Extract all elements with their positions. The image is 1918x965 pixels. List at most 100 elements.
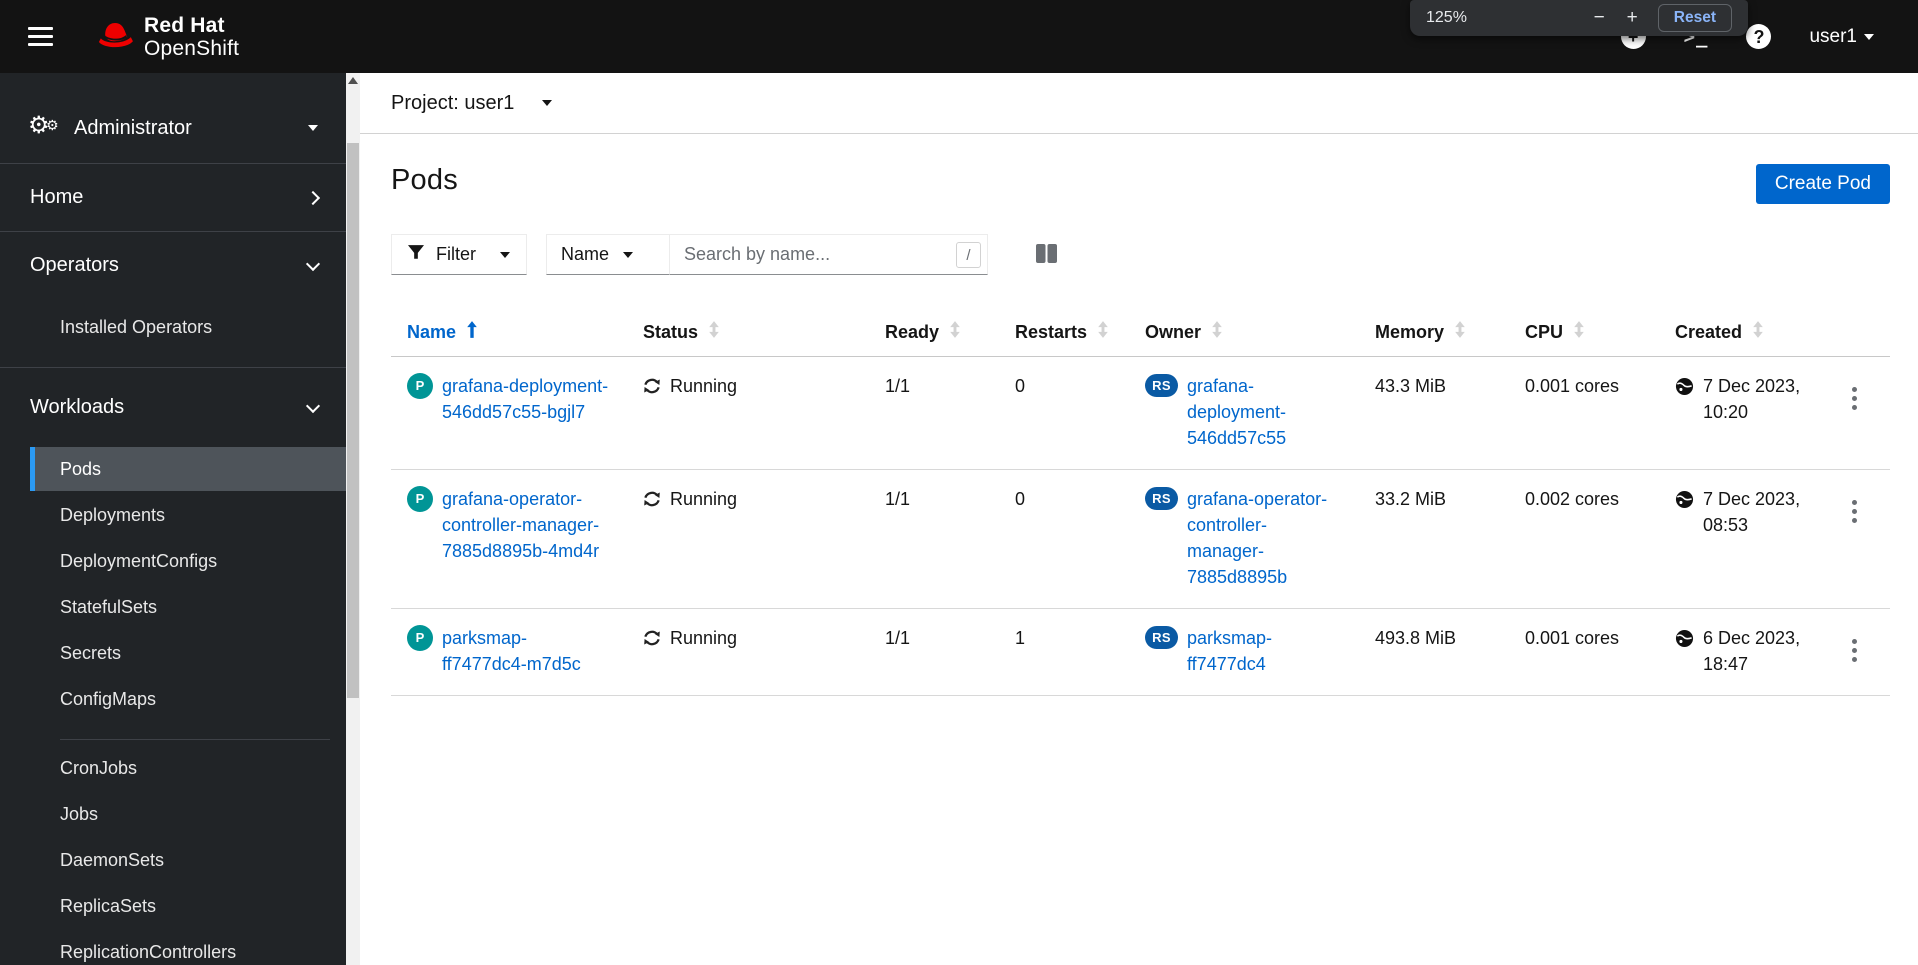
status-cell: Running	[627, 609, 869, 695]
app-shell: ⚙ ⚙ Administrator Home Operators Installe…	[0, 73, 1918, 965]
replicaset-resource-icon: RS	[1145, 487, 1178, 510]
kebab-menu-button[interactable]	[1842, 492, 1867, 531]
sidebar-item-jobs[interactable]: Jobs	[30, 792, 346, 836]
sidebar-item-deployments[interactable]: Deployments	[30, 493, 346, 537]
owner-link[interactable]: grafana-operator-controller-manager-7885…	[1187, 486, 1343, 590]
brand-line2: OpenShift	[144, 36, 240, 60]
manage-columns-button[interactable]	[1035, 243, 1058, 267]
column-header-ready[interactable]: Ready	[869, 311, 999, 356]
sidebar-item-label[interactable]: CronJobs	[30, 746, 346, 790]
redhat-openshift-logo[interactable]: Red Hat OpenShift	[92, 14, 239, 60]
filter-dropdown[interactable]: Filter	[391, 234, 527, 275]
zoom-in-button[interactable]: +	[1621, 7, 1644, 29]
sidebar-item-secrets[interactable]: Secrets	[30, 631, 346, 675]
pod-link[interactable]: grafana-operator-controller-manager-7885…	[442, 486, 611, 564]
zoom-level-label: 125%	[1426, 9, 1467, 26]
help-button[interactable]: ?	[1746, 24, 1772, 49]
sidebar-item-label[interactable]: Secrets	[30, 631, 346, 675]
search-input[interactable]	[670, 234, 988, 275]
globe-timestamp-icon	[1675, 486, 1694, 516]
sidebar-scrollbar	[346, 73, 360, 965]
ready-cell: 1/1	[885, 376, 911, 396]
chevron-down-icon	[305, 398, 321, 413]
memory-cell: 43.3 MiB	[1375, 376, 1447, 396]
cogs-icon: ⚙ ⚙	[28, 112, 59, 139]
column-header-memory[interactable]: Memory	[1359, 311, 1509, 356]
column-header-cpu[interactable]: CPU	[1509, 311, 1659, 356]
sidebar-item-label[interactable]: DeploymentConfigs	[30, 539, 346, 583]
column-header-created[interactable]: Created	[1659, 311, 1819, 356]
status-cell: Running	[627, 470, 869, 608]
actions-cell	[1819, 470, 1890, 608]
sidebar-item-label[interactable]: Jobs	[30, 792, 346, 836]
sidebar-item-daemonsets[interactable]: DaemonSets	[30, 838, 346, 882]
sidebar-item-deploymentconfigs[interactable]: DeploymentConfigs	[30, 539, 346, 583]
status-text: Running	[670, 628, 738, 648]
sort-both-icon	[949, 321, 961, 343]
name-cell: P parksmap-ff7477dc4-m7d5c	[391, 609, 627, 695]
workloads-subnav: Pods Deployments DeploymentConfigs State…	[0, 441, 346, 739]
zoom-out-button[interactable]: −	[1588, 7, 1611, 29]
created-cell: 7 Dec 2023, 10:20	[1659, 357, 1819, 469]
status-text: Running	[670, 376, 738, 396]
column-header-status[interactable]: Status	[627, 311, 869, 356]
column-header-owner[interactable]: Owner	[1129, 311, 1359, 356]
column-header-name[interactable]: Name	[391, 311, 627, 356]
project-selector[interactable]: Project: user1	[391, 92, 553, 115]
actions-cell	[1819, 609, 1890, 695]
table-row: P parksmap-ff7477dc4-m7d5c Running 1/1 1…	[391, 609, 1890, 696]
page-header: Pods Create Pod	[391, 164, 1890, 204]
redhat-fedora-icon	[92, 17, 138, 56]
username: user1	[1809, 25, 1857, 47]
sidebar-item-replicasets[interactable]: ReplicaSets	[30, 884, 346, 928]
create-pod-button[interactable]: Create Pod	[1755, 164, 1890, 204]
scrollbar-thumb[interactable]	[347, 143, 359, 698]
zoom-reset-button[interactable]: Reset	[1657, 4, 1732, 32]
chevron-down-icon	[500, 251, 510, 258]
sidebar-item-replicationcontrollers[interactable]: ReplicationControllers	[30, 930, 346, 965]
sidebar-item-label[interactable]: ReplicaSets	[30, 884, 346, 928]
workloads-subnav-2: CronJobs Jobs DaemonSets ReplicaSets Rep…	[0, 740, 346, 965]
memory-cell: 33.2 MiB	[1375, 489, 1447, 509]
scrollbar-up-arrow[interactable]	[348, 77, 358, 84]
cpu-cell: 0.001 cores	[1525, 376, 1620, 396]
search-attribute-dropdown[interactable]: Name	[546, 234, 670, 275]
pods-page: Pods Create Pod Filter Name /	[360, 134, 1918, 696]
table-header-row: Name Status Ready Restarts Owner Memory …	[391, 311, 1890, 357]
column-header-restarts[interactable]: Restarts	[999, 311, 1129, 356]
hamburger-bar	[28, 27, 53, 30]
sidebar-item-label[interactable]: ConfigMaps	[30, 677, 346, 721]
created-cell: 6 Dec 2023, 18:47	[1659, 609, 1819, 695]
sidebar-item-label[interactable]: Installed Operators	[30, 305, 346, 349]
pod-link[interactable]: grafana-deployment-546dd57c55-bgjl7	[442, 373, 611, 425]
sidebar-item-label[interactable]: Pods	[30, 447, 346, 491]
replicaset-resource-icon: RS	[1145, 374, 1178, 397]
user-menu-toggle[interactable]: user1	[1809, 26, 1874, 48]
sidebar-item-label[interactable]: ReplicationControllers	[30, 930, 346, 965]
kebab-menu-button[interactable]	[1842, 631, 1867, 670]
pod-link[interactable]: parksmap-ff7477dc4-m7d5c	[442, 625, 611, 677]
column-label: Memory	[1375, 321, 1445, 342]
chevron-down-icon	[305, 256, 321, 271]
kebab-menu-button[interactable]	[1842, 379, 1867, 418]
nav-toggle-hamburger-button[interactable]	[28, 17, 70, 57]
sidebar-item-label[interactable]: DaemonSets	[30, 838, 346, 882]
owner-link[interactable]: parksmap-ff7477dc4	[1187, 625, 1343, 677]
sidebar-item-statefulsets[interactable]: StatefulSets	[30, 585, 346, 629]
sidebar-item-workloads[interactable]: Workloads	[0, 368, 346, 441]
masthead: Red Hat OpenShift + >_ ? user1 125% − + …	[0, 0, 1918, 73]
sidebar-item-label[interactable]: Deployments	[30, 493, 346, 537]
column-label: Restarts	[1015, 321, 1088, 342]
sidebar-item-installed-operators[interactable]: Installed Operators	[30, 305, 346, 349]
sidebar-item-label[interactable]: StatefulSets	[30, 585, 346, 629]
sidebar-item-cronjobs[interactable]: CronJobs	[30, 746, 346, 790]
sidebar-item-pods[interactable]: Pods	[30, 447, 346, 491]
chevron-right-icon	[305, 190, 321, 205]
sidebar-item-operators[interactable]: Operators	[0, 232, 346, 299]
status-cell: Running	[627, 357, 869, 469]
perspective-switcher[interactable]: ⚙ ⚙ Administrator	[0, 73, 346, 163]
sidebar-item-home[interactable]: Home	[0, 164, 346, 231]
sidebar-item-configmaps[interactable]: ConfigMaps	[30, 677, 346, 721]
owner-link[interactable]: grafana-deployment-546dd57c55	[1187, 373, 1343, 451]
search-attribute-label: Name	[561, 244, 610, 264]
